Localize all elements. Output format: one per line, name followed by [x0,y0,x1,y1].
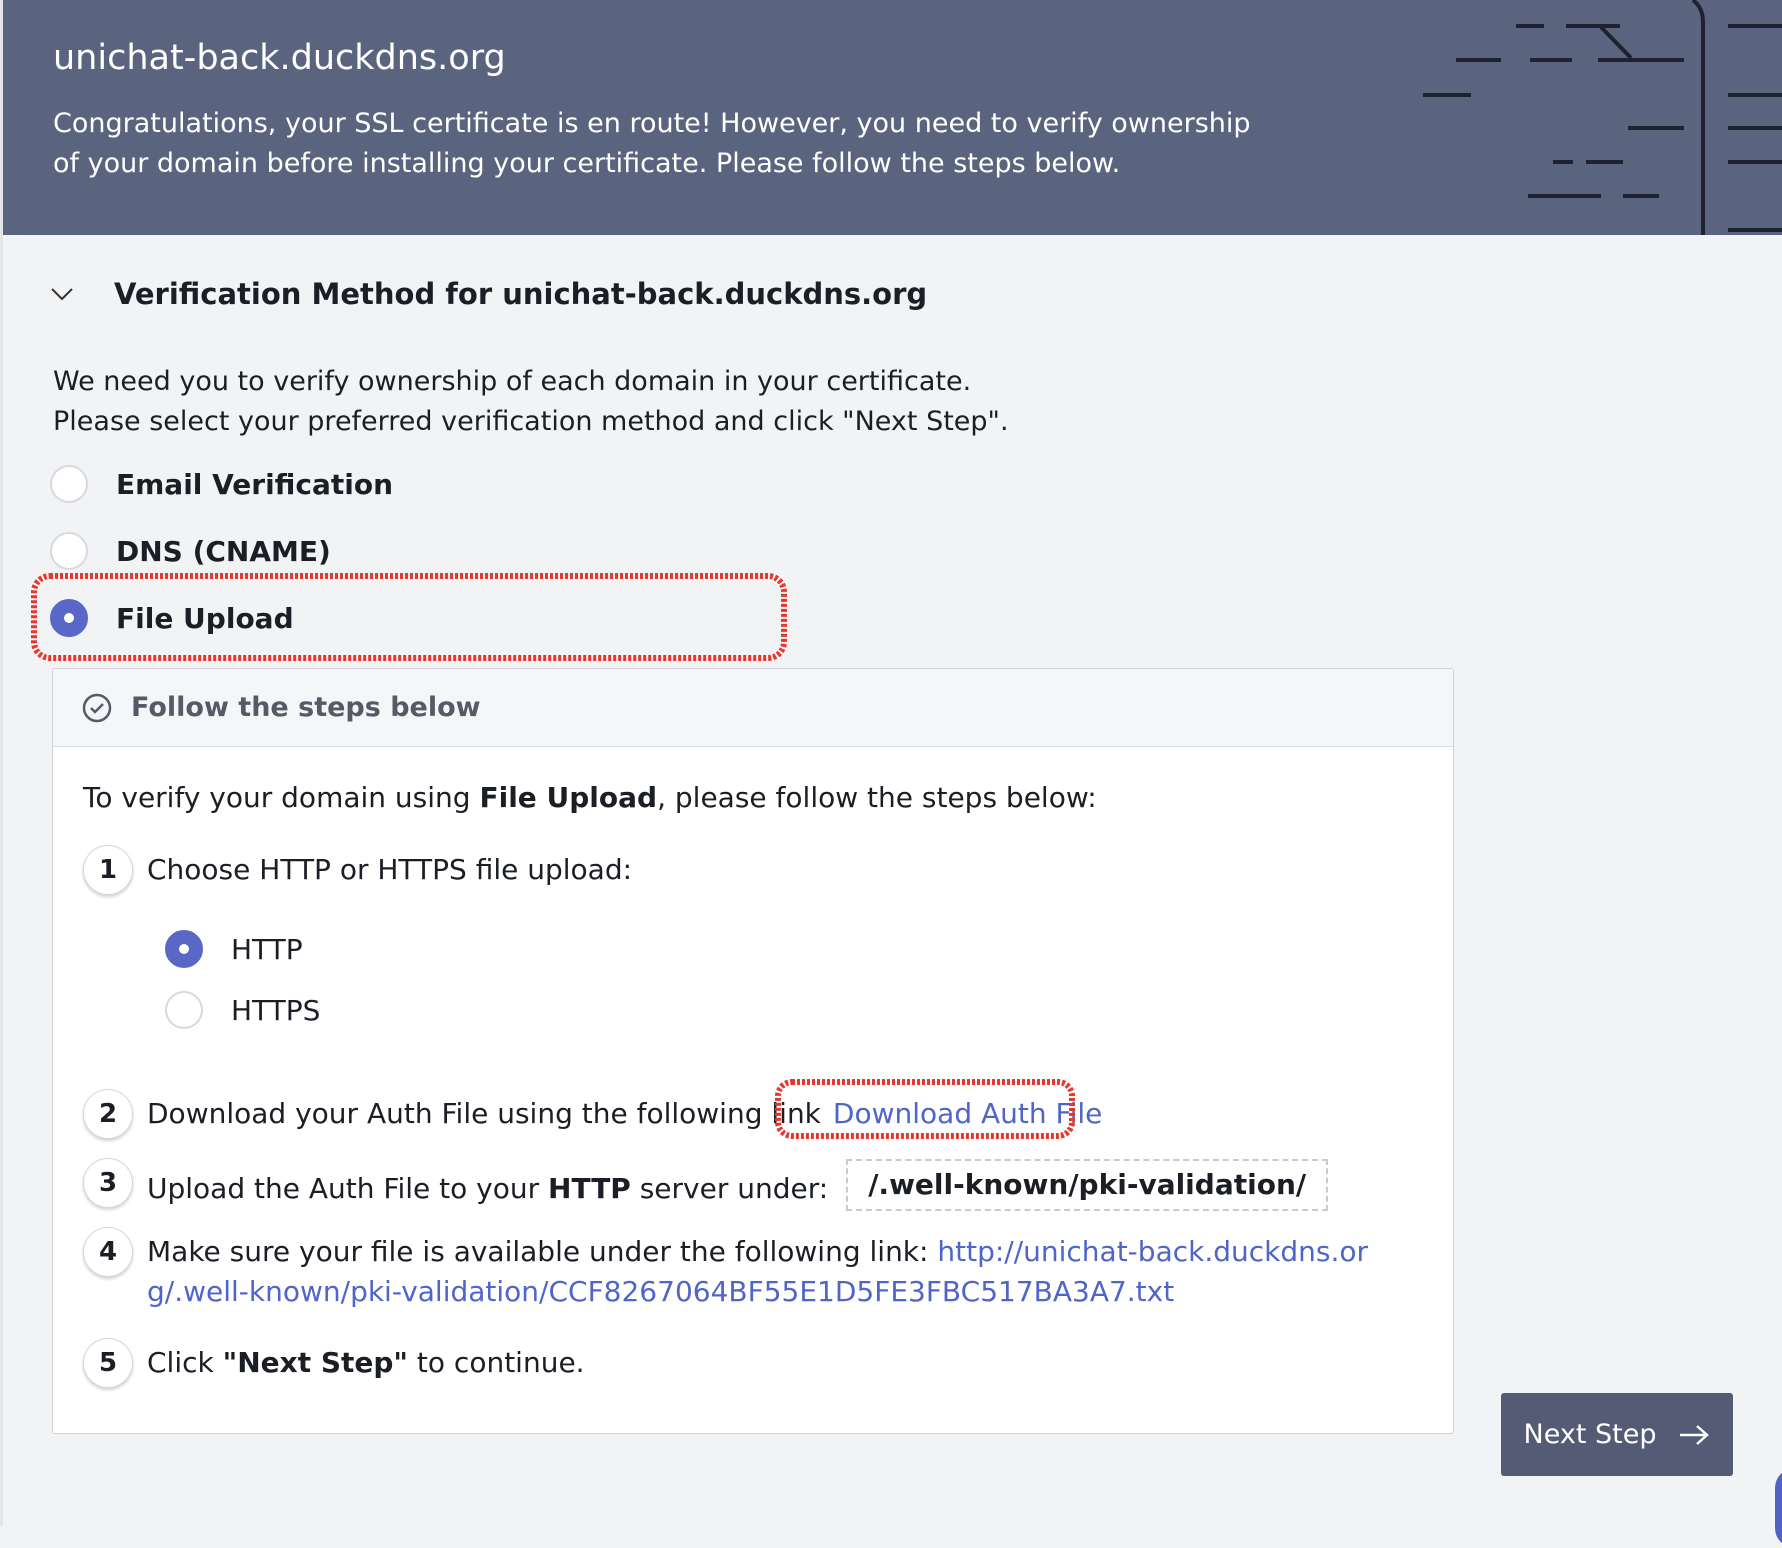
step-3: 3 Upload the Auth File to your HTTP serv… [83,1158,1329,1215]
protocol-http-radio[interactable] [165,930,203,968]
method-dns-option[interactable]: DNS (CNAME) [50,529,331,573]
section-header[interactable]: Verification Method for unichat-back.duc… [50,270,927,318]
step-4-label: Make sure your file is available under t… [147,1235,938,1268]
download-link-highlight [775,1079,1075,1139]
step-5: 5 Click "Next Step" to continue. [83,1338,585,1388]
panel-intro-suffix: , please follow the steps below: [657,781,1097,814]
step-5-prefix: Click [147,1346,223,1379]
protocol-http-option[interactable]: HTTP [165,927,303,971]
step-3-suffix: server under: [630,1172,829,1205]
chevron-down-icon[interactable] [50,280,78,308]
step-number: 1 [83,845,133,895]
method-dns-label: DNS (CNAME) [116,534,331,568]
panel-header-label: Follow the steps below [131,692,481,723]
panel-header: Follow the steps below [53,669,1453,747]
method-dns-radio[interactable] [50,532,88,570]
intro-line-2: Please select your preferred verificatio… [53,406,1009,437]
step-5-button-ref: "Next Step" [222,1346,409,1379]
steps-panel: Follow the steps below To verify your do… [52,668,1454,1434]
step-text: Upload the Auth File to your HTTP server… [147,1158,1329,1215]
check-circle-icon [82,693,112,722]
next-step-label: Next Step [1523,1419,1657,1450]
step-number: 4 [83,1227,133,1277]
panel-intro: To verify your domain using File Upload,… [83,781,1097,814]
step-number: 3 [83,1158,133,1208]
section-title: Verification Method for unichat-back.duc… [114,277,928,311]
step-4: 4 Make sure your file is available under… [83,1227,1397,1312]
step-text: Make sure your file is available under t… [147,1227,1397,1312]
method-email-option[interactable]: Email Verification [50,462,393,506]
decorative-lines-icon [1423,0,1782,235]
protocol-http-label: HTTP [231,932,303,966]
protocol-https-label: HTTPS [231,993,321,1027]
step-text: Choose HTTP or HTTPS file upload: [147,853,633,886]
step-5-suffix: to continue. [408,1346,585,1379]
step-3-prefix: Upload the Auth File to your [147,1172,549,1205]
method-email-label: Email Verification [116,467,394,501]
step-3-protocol: HTTP [548,1172,631,1205]
step-text: Click "Next Step" to continue. [147,1338,585,1383]
step-number: 5 [83,1338,133,1388]
step-number: 2 [83,1089,133,1139]
section-intro: We need you to verify ownership of each … [53,362,1153,442]
intro-line-1: We need you to verify ownership of each … [53,366,972,397]
panel-intro-method: File Upload [479,781,658,814]
page-header: unichat-back.duckdns.org Congratulations… [3,0,1782,235]
protocol-https-option[interactable]: HTTPS [165,988,320,1032]
protocol-https-radio[interactable] [165,991,203,1029]
panel-intro-prefix: To verify your domain using [83,781,480,814]
help-widget[interactable] [1775,1468,1782,1548]
arrow-right-icon [1680,1424,1710,1445]
method-email-radio[interactable] [50,465,88,503]
next-step-button[interactable]: Next Step [1501,1393,1733,1476]
file-upload-highlight [31,573,787,661]
upload-path-box: /.well-known/pki-validation/ [846,1159,1329,1211]
step-1: 1 Choose HTTP or HTTPS file upload: [83,845,632,895]
step-2-label: Download your Auth File using the follow… [147,1097,821,1130]
